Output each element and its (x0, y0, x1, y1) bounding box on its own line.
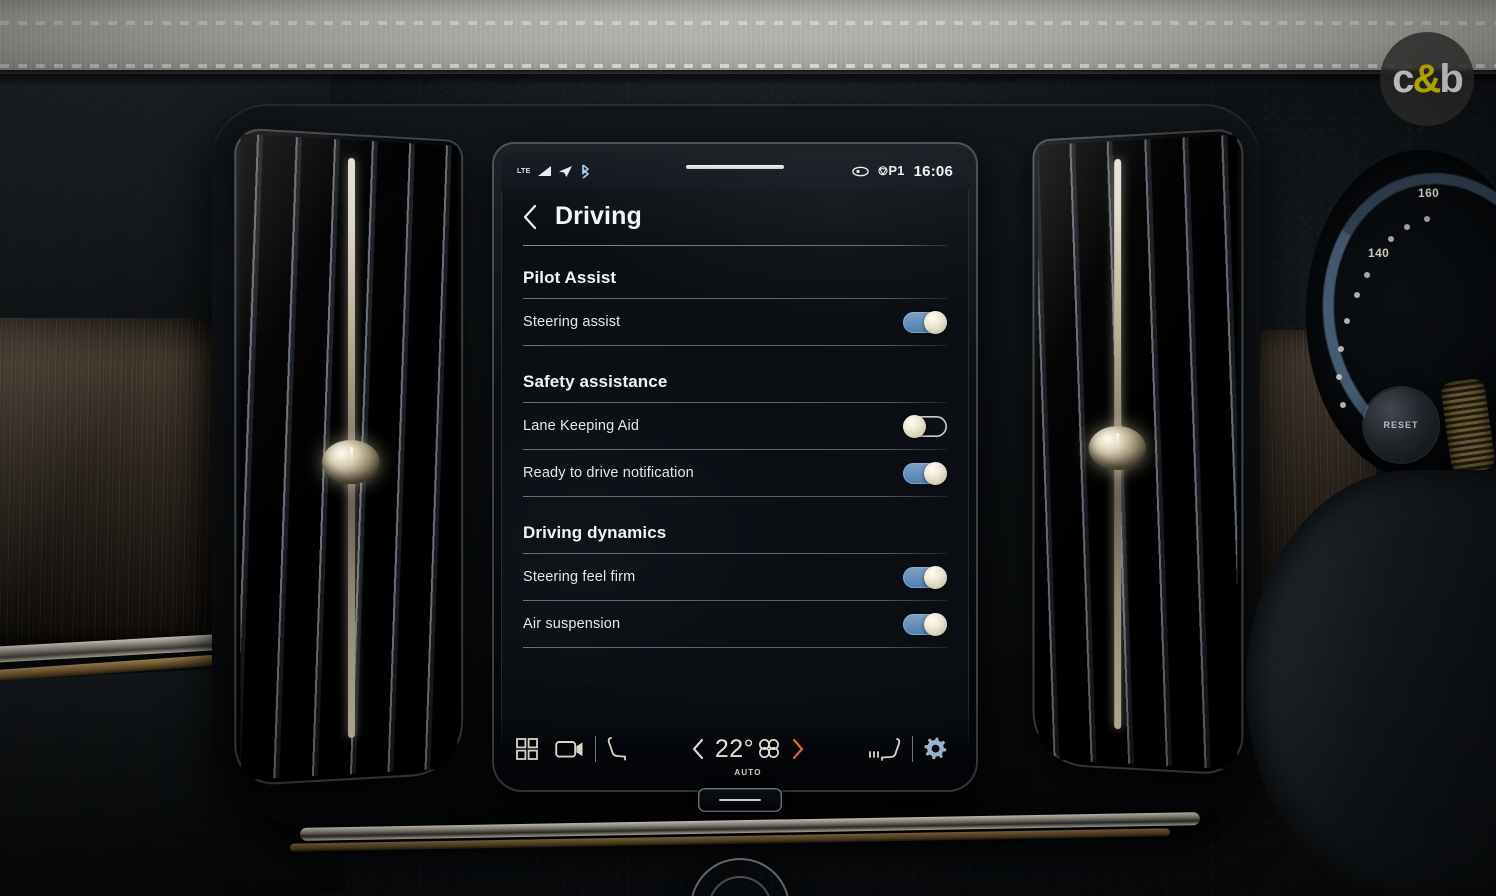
watermark-c: c (1392, 56, 1414, 101)
toggle-knob (924, 310, 947, 334)
setting-label: Lane Keeping Aid (523, 418, 640, 434)
settings-group-pilot-assist: Pilot Assist Steering assist (523, 268, 947, 346)
auto-label: AUTO (734, 767, 762, 777)
air-vent-left[interactable] (234, 127, 464, 787)
divider (523, 647, 947, 648)
infotainment-screen-housing: LTE ⎊P1 16:06 Driving Pilot Assist Steer… (492, 142, 978, 792)
signal-bars-icon (537, 165, 552, 177)
page-header: Driving (501, 190, 969, 245)
dashboard-top (0, 0, 1496, 74)
cluster-tick-160: 160 (1418, 186, 1440, 200)
toggle-lane-keeping-aid[interactable] (903, 414, 947, 438)
divider (523, 345, 947, 346)
toggle-knob (924, 461, 947, 485)
fan-icon (757, 737, 781, 759)
network-label: LTE (517, 167, 531, 175)
setting-row-steering-assist[interactable]: Steering assist (523, 299, 947, 345)
stitching-upper (0, 21, 1496, 25)
bluetooth-icon (579, 163, 591, 179)
setting-label: Steering assist (523, 314, 621, 330)
chevron-left-icon[interactable] (690, 738, 706, 760)
air-vent-right[interactable] (1032, 128, 1244, 776)
wood-trim-left (0, 318, 230, 648)
vent-gloss (234, 127, 464, 787)
page-title: Driving (555, 202, 642, 230)
reset-knob[interactable]: RESET (1364, 388, 1438, 462)
chevron-right-icon[interactable] (790, 738, 806, 760)
seat-icon[interactable] (606, 736, 628, 762)
settings-group-safety-assistance: Safety assistance Lane Keeping Aid Ready… (523, 372, 947, 497)
bottom-toolbar: 22° AUTO (501, 718, 969, 780)
toggle-steering-feel-firm[interactable] (903, 565, 947, 589)
navigation-arrow-icon (558, 165, 573, 178)
status-bar-right: ⎊P1 16:06 (851, 162, 953, 180)
group-title: Safety assistance (523, 372, 668, 391)
toggle-knob (903, 414, 926, 438)
setting-row-steering-feel-firm[interactable]: Steering feel firm (523, 554, 947, 600)
toolbar-divider (595, 736, 596, 762)
back-chevron-icon[interactable] (521, 204, 539, 230)
reset-label: RESET (1383, 420, 1419, 430)
toggle-knob (924, 612, 947, 636)
vent-gloss (1032, 128, 1244, 776)
screen-hardware-button[interactable] (698, 788, 782, 812)
dashboard-top-shadow (0, 70, 1496, 86)
header-divider (523, 245, 947, 246)
apps-grid-icon[interactable] (515, 737, 539, 761)
stitching-lower (0, 64, 1496, 68)
divider (523, 496, 947, 497)
temperature-value: 22° (714, 734, 755, 763)
status-badge: ⎊P1 (877, 163, 905, 178)
temperature-display[interactable]: 22° AUTO (714, 734, 781, 777)
setting-row-ready-to-drive-notification[interactable]: Ready to drive notification (523, 450, 947, 496)
setting-row-air-suspension[interactable]: Air suspension (523, 601, 947, 647)
group-title: Driving dynamics (523, 523, 667, 542)
toggle-steering-assist[interactable] (903, 310, 947, 334)
setting-label: Steering feel firm (523, 569, 636, 585)
settings-list: Pilot Assist Steering assist Safety assi… (501, 268, 969, 648)
parking-brake-icon: ⎊ (877, 163, 889, 178)
status-handle[interactable] (686, 165, 784, 169)
climate-control: 22° AUTO (628, 734, 868, 777)
settings-group-driving-dynamics: Driving dynamics Steering feel firm Air … (523, 523, 947, 648)
gear-icon[interactable] (923, 736, 949, 762)
watermark-ampersand: & (1412, 56, 1441, 101)
camera-icon[interactable] (555, 738, 585, 760)
group-title: Pilot Assist (523, 268, 617, 287)
setting-label: Ready to drive notification (523, 465, 694, 481)
toggle-ready-to-drive-notification[interactable] (903, 461, 947, 485)
heated-seat-icon[interactable] (868, 736, 902, 762)
clock: 16:06 (913, 162, 953, 180)
status-bar-left: LTE (517, 163, 591, 179)
watermark-b: b (1439, 56, 1463, 101)
toggle-knob (924, 565, 947, 589)
toggle-air-suspension[interactable] (903, 612, 947, 636)
cluster-tick-140: 140 (1368, 246, 1390, 260)
infotainment-screen[interactable]: LTE ⎊P1 16:06 Driving Pilot Assist Steer… (501, 152, 969, 780)
screenshot-root: LTE ⎊P1 16:06 Driving Pilot Assist Steer… (0, 0, 1496, 896)
car-icon (851, 166, 869, 177)
watermark-logo: c & b (1380, 32, 1474, 126)
setting-row-lane-keeping-aid[interactable]: Lane Keeping Aid (523, 403, 947, 449)
toolbar-divider (912, 736, 913, 762)
setting-label: Air suspension (523, 616, 621, 632)
status-bar: LTE ⎊P1 16:06 (501, 152, 969, 190)
